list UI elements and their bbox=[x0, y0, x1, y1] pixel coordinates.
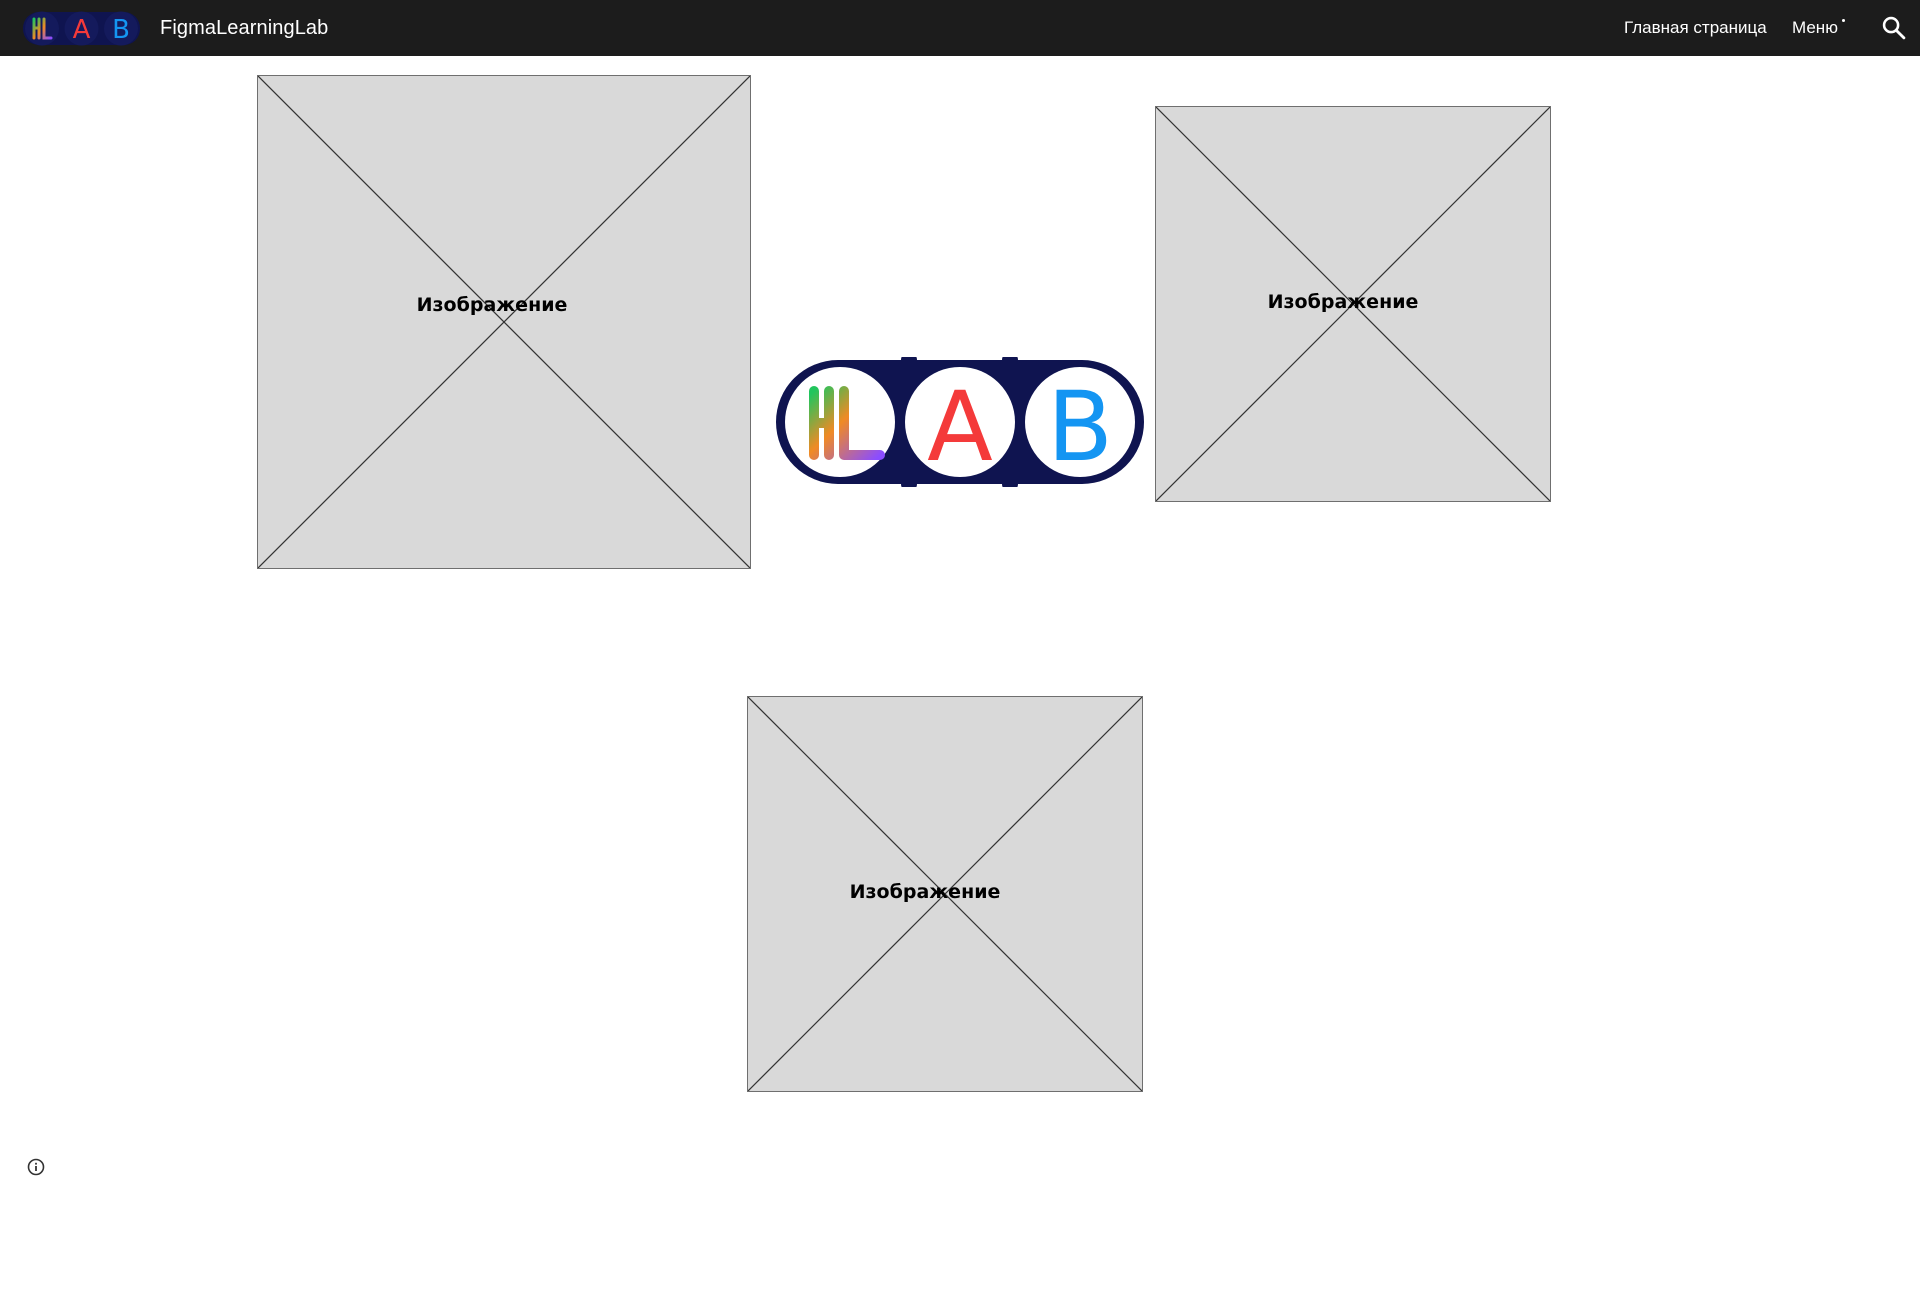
svg-text:A: A bbox=[927, 371, 993, 483]
svg-text:A: A bbox=[73, 15, 91, 45]
search-icon[interactable] bbox=[1880, 14, 1908, 42]
site-title[interactable]: FigmaLearningLab bbox=[160, 15, 328, 41]
lab-logo: A B bbox=[776, 357, 1144, 487]
svg-text:B: B bbox=[112, 15, 130, 45]
placeholder-cross-icon bbox=[258, 76, 750, 568]
svg-text:B: B bbox=[1047, 371, 1113, 483]
brand-logo[interactable]: A B bbox=[23, 9, 140, 48]
nav-menu-link[interactable]: Меню bbox=[1792, 17, 1838, 39]
image-placeholder: Изображение bbox=[747, 696, 1143, 1092]
placeholder-label: Изображение bbox=[1267, 291, 1419, 314]
top-navigation-bar: A B FigmaLearningLab Главная страница Ме… bbox=[0, 0, 1920, 56]
image-placeholder: Изображение bbox=[257, 75, 751, 569]
nav-home-link[interactable]: Главная страница bbox=[1624, 17, 1767, 39]
menu-indicator-dot bbox=[1842, 19, 1845, 22]
info-icon[interactable] bbox=[26, 1157, 46, 1177]
image-placeholder: Изображение bbox=[1155, 106, 1551, 502]
placeholder-label: Изображение bbox=[849, 881, 1001, 904]
placeholder-label: Изображение bbox=[416, 293, 568, 316]
